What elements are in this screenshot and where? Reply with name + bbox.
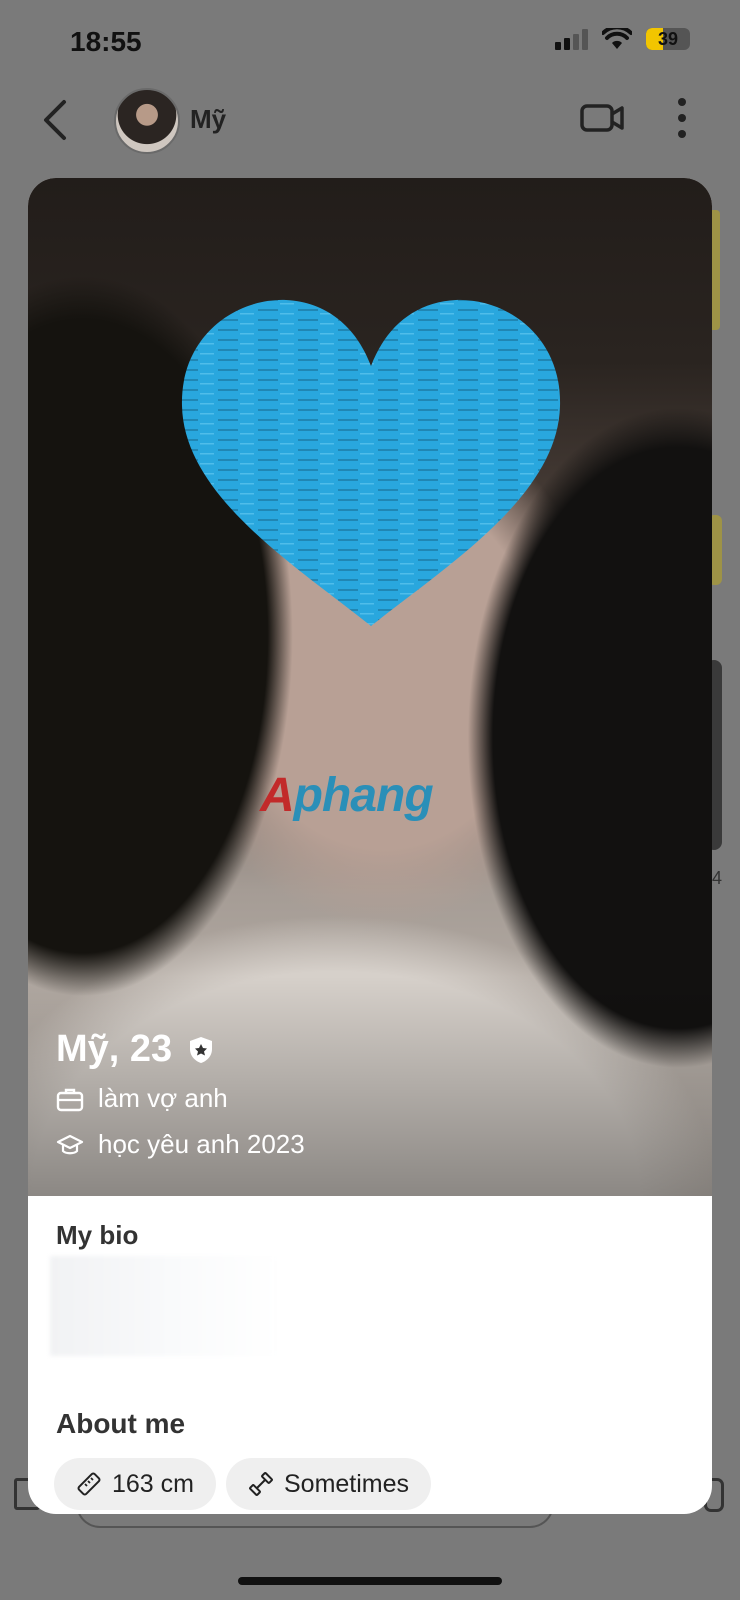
profile-photo: Aphang Mỹ, 23 làm vợ anh học yêu anh 202…	[28, 178, 712, 1196]
graduation-cap-icon	[56, 1134, 84, 1154]
video-call-icon[interactable]	[580, 100, 624, 136]
about-heading: About me	[56, 1408, 186, 1439]
dumbbell-icon	[249, 1472, 273, 1496]
chat-header: Mỹ	[0, 88, 740, 154]
watermark-logo: Aphang	[260, 769, 434, 822]
profile-card[interactable]: Aphang Mỹ, 23 làm vợ anh học yêu anh 202…	[28, 178, 712, 1514]
education-text: học yêu anh 2023	[98, 1129, 305, 1159]
chip-exercise[interactable]: Sometimes	[225, 1458, 432, 1510]
about-chips: 163 cm Sometimes	[54, 1458, 432, 1510]
bio-text-redacted	[50, 1256, 280, 1356]
chip-height[interactable]: 163 cm	[54, 1458, 216, 1510]
ruler-icon	[77, 1472, 101, 1496]
heart-sticker-icon	[181, 299, 561, 626]
battery-icon: 39	[646, 28, 690, 50]
background-number: 4	[711, 868, 722, 888]
status-time: 18:55	[70, 26, 142, 57]
education-row: học yêu anh 2023	[56, 1129, 305, 1160]
name-age-row: Mỹ, 23	[56, 1028, 216, 1071]
signal-icon	[555, 28, 588, 50]
bio-heading: My bio	[56, 1220, 139, 1250]
home-indicator	[238, 1577, 502, 1585]
chip-label: Sometimes	[283, 1469, 410, 1498]
profile-name-age: Mỹ, 23	[56, 1028, 173, 1070]
more-options-icon[interactable]	[676, 96, 688, 140]
battery-level: 39	[657, 29, 679, 49]
wifi-icon	[602, 28, 632, 49]
avatar[interactable]	[114, 88, 180, 154]
back-chevron-icon[interactable]	[38, 96, 78, 144]
status-icons: 39	[555, 28, 690, 50]
job-text: làm vợ anh	[98, 1083, 228, 1113]
chip-label: 163 cm	[112, 1469, 194, 1498]
briefcase-icon	[56, 1088, 84, 1111]
verified-shield-icon	[190, 1036, 213, 1063]
job-row: làm vợ anh	[56, 1083, 228, 1114]
header-name[interactable]: Mỹ	[190, 104, 226, 135]
